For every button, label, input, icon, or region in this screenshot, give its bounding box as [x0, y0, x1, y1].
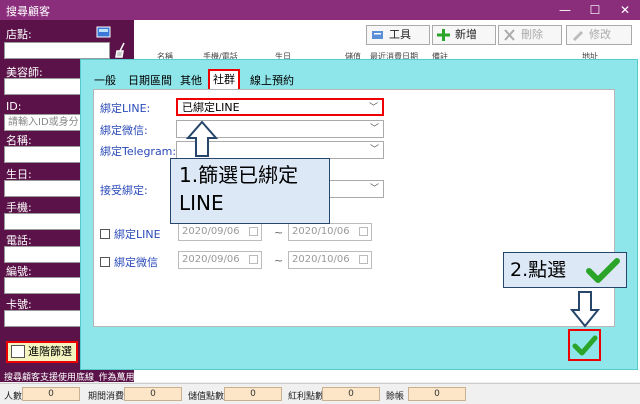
line-date-to-value: 2020/10/06 — [292, 226, 350, 237]
accept-bind-label: 接受綁定: — [100, 184, 148, 197]
calendar-icon — [249, 227, 258, 236]
bonus-points-label: 紅利點數 — [288, 392, 325, 402]
store-label: 店點: — [6, 28, 32, 41]
line-date-from[interactable]: 2020/09/06 — [178, 223, 262, 241]
maximize-button[interactable]: ☐ — [580, 0, 610, 20]
arrow-up-icon — [186, 120, 218, 157]
checkbox-icon — [100, 229, 110, 239]
tab-general[interactable]: 一般 — [91, 72, 119, 90]
tools-button[interactable]: 工具 — [366, 25, 430, 45]
checkbox-icon — [100, 257, 110, 267]
store-field[interactable] — [4, 42, 110, 59]
bind-wechat-label: 綁定微信: — [100, 124, 148, 137]
id-label: ID: — [6, 100, 22, 113]
delete-icon — [504, 29, 515, 41]
date-separator: ~ — [274, 254, 284, 267]
wechat-date-to[interactable]: 2020/10/06 — [288, 251, 372, 269]
bind-telegram-label: 綁定Telegram: — [100, 145, 177, 158]
step1-text-line2: LINE — [179, 191, 224, 215]
chevron-down-icon: ﹀ — [369, 184, 379, 194]
step1-callout: 1.篩選已綁定 LINE — [170, 158, 330, 224]
wechat-date-from[interactable]: 2020/09/06 — [178, 251, 262, 269]
checkmark-icon — [586, 258, 620, 283]
wechat-date-label: 綁定微信 — [114, 256, 158, 269]
pencil-icon — [573, 31, 583, 41]
minimize-button[interactable]: — — [550, 0, 580, 20]
close-button[interactable]: ✕ — [610, 0, 640, 20]
filter-icon — [11, 345, 25, 358]
edit-button[interactable]: 修改 — [566, 25, 632, 45]
chevron-down-icon: ﹀ — [369, 124, 379, 134]
delete-label: 刪除 — [521, 28, 543, 41]
plus-icon — [437, 29, 450, 41]
broom-icon[interactable] — [114, 42, 130, 58]
line-date-to[interactable]: 2020/10/06 — [288, 223, 372, 241]
arrow-down-icon — [570, 291, 600, 328]
delete-button[interactable]: 刪除 — [498, 25, 562, 45]
advanced-filter-dialog: 一般 日期區間 其他 社群 線上預約 綁定LINE: 已綁定LINE ﹀ 綁定微… — [80, 59, 638, 370]
advanced-filter-button[interactable]: 進階篩選 — [6, 341, 78, 363]
stored-points-label: 儲值點數 — [188, 392, 225, 402]
search-hint: 搜尋顧客支援使用底線_作為萬用字元 — [4, 373, 153, 383]
add-button[interactable]: 新增 — [432, 25, 496, 45]
people-count-label: 人數 — [4, 392, 23, 402]
tools-label: 工具 — [389, 28, 411, 41]
step2-callout: 2.點選 — [503, 252, 627, 288]
chevron-down-icon: ﹀ — [369, 145, 379, 155]
people-count-value: 0 — [22, 387, 80, 401]
tab-online-booking[interactable]: 線上預約 — [247, 72, 297, 90]
calendar-icon — [249, 255, 258, 264]
period-spending-value: 0 — [124, 387, 182, 401]
calendar-icon — [359, 227, 368, 236]
confirm-filter-button[interactable] — [568, 329, 601, 361]
line-date-from-value: 2020/09/06 — [182, 226, 240, 237]
edit-label: 修改 — [589, 28, 611, 41]
chevron-down-icon: ﹀ — [368, 103, 378, 113]
bind-line-select[interactable]: 已綁定LINE ﹀ — [176, 98, 384, 116]
bind-line-label: 綁定LINE: — [100, 102, 151, 115]
window-title: 搜尋顧客 — [6, 5, 50, 18]
date-separator: ~ — [274, 226, 284, 239]
step2-text: 2.點選 — [510, 259, 567, 281]
step1-text-line1: 1.篩選已綁定 — [179, 163, 299, 187]
account-value: 0 — [408, 387, 466, 401]
tools-icon — [372, 31, 383, 39]
bind-line-value: 已綁定LINE — [182, 101, 240, 114]
wechat-date-checkbox[interactable]: 綁定微信 — [100, 254, 158, 270]
title-bar: 搜尋顧客 — ☐ ✕ — [0, 0, 640, 20]
tab-date-range[interactable]: 日期區間 — [125, 72, 175, 90]
line-date-label: 綁定LINE — [114, 228, 161, 241]
advanced-filter-label: 進階篩選 — [28, 345, 72, 358]
tab-other[interactable]: 其他 — [177, 72, 205, 90]
checkmark-icon — [572, 335, 598, 356]
line-date-checkbox[interactable]: 綁定LINE — [100, 226, 161, 242]
add-label: 新增 — [455, 28, 477, 41]
status-bar: 人數 0 期間消費金額 0 儲值點數 0 紅利點數 0 賒帳 0 — [0, 383, 640, 404]
wechat-date-to-value: 2020/10/06 — [292, 254, 350, 265]
store-picker-icon[interactable] — [96, 24, 112, 40]
stored-points-value: 0 — [224, 387, 282, 401]
tab-social[interactable]: 社群 — [208, 69, 240, 89]
wechat-date-from-value: 2020/09/06 — [182, 254, 240, 265]
calendar-icon — [359, 255, 368, 264]
account-label: 賒帳 — [386, 392, 405, 402]
bonus-points-value: 0 — [322, 387, 380, 401]
